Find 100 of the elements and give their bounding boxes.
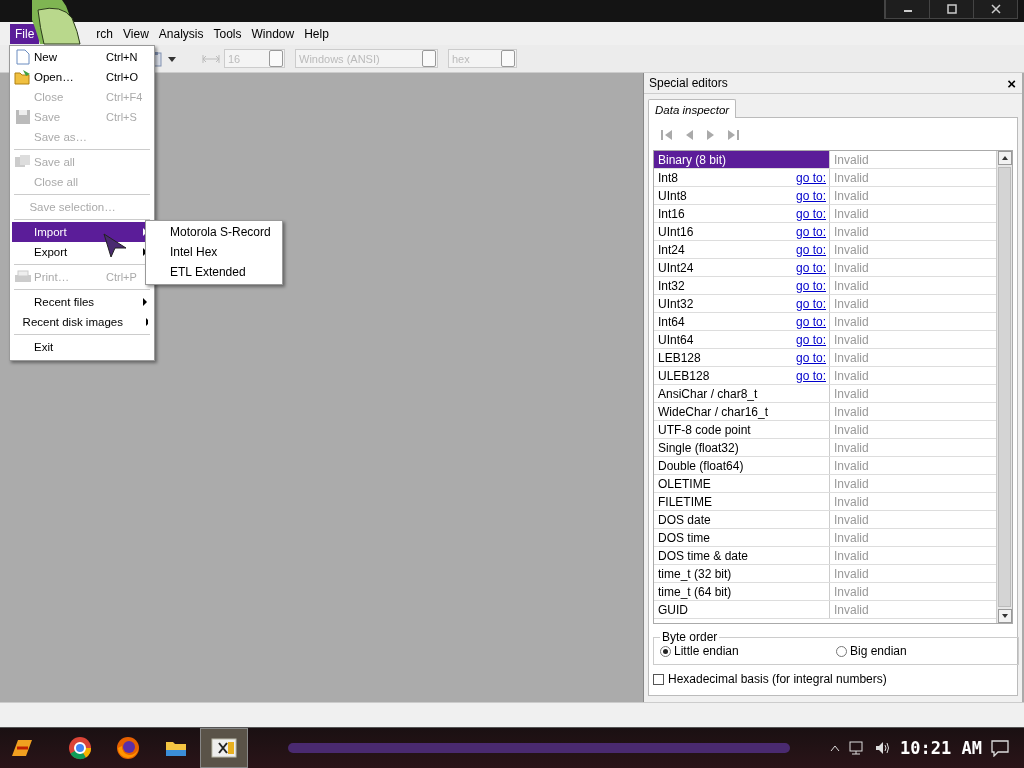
close-button[interactable]	[973, 0, 1017, 18]
panel-title: Special editors	[649, 76, 728, 90]
type-name: GUID	[658, 602, 688, 617]
type-name: UInt24	[658, 260, 694, 275]
type-cell[interactable]: LEB128 go to:	[654, 349, 830, 366]
sticker-drawing	[32, 0, 82, 46]
type-name: UInt16	[658, 224, 694, 239]
radio-button[interactable]	[660, 645, 671, 657]
scroll-thumb[interactable]	[998, 167, 1011, 607]
scroll-down-icon[interactable]	[997, 609, 1012, 623]
menu-item[interactable]: Analysis	[153, 23, 209, 44]
type-cell[interactable]: ULEB128 go to:	[654, 367, 830, 384]
menu-item[interactable]: Recent files	[12, 292, 152, 312]
radio-button[interactable]	[836, 645, 847, 657]
type-name: ULEB128	[658, 368, 710, 383]
type-cell[interactable]: Int8 go to:	[654, 169, 830, 186]
type-cell[interactable]: time_t (64 bit)	[654, 583, 830, 600]
value-cell-text: Invalid	[833, 205, 870, 222]
scroll-up-icon[interactable]	[997, 151, 1012, 165]
type-cell[interactable]: UInt64 go to:	[654, 331, 830, 348]
folder-icon	[14, 69, 32, 85]
value-cell-text: Invalid	[833, 349, 870, 366]
go-to-link[interactable]: go to:	[795, 278, 826, 293]
go-to-link[interactable]: go to:	[795, 170, 826, 185]
type-cell[interactable]: Int64 go to:	[654, 313, 830, 330]
value-cell-text: Invalid	[833, 187, 870, 204]
type-cell[interactable]: UInt16 go to:	[654, 223, 830, 240]
go-to-link[interactable]: go to:	[795, 206, 826, 221]
scrollbar[interactable]	[996, 151, 1012, 623]
type-cell[interactable]: AnsiChar / char8_t	[654, 385, 830, 402]
go-to-link[interactable]: go to:	[795, 368, 826, 383]
type-cell[interactable]: Binary (8 bit)	[654, 151, 830, 168]
maximize-button[interactable]	[929, 0, 973, 18]
type-cell[interactable]: time_t (32 bit)	[654, 565, 830, 582]
type-name: AnsiChar / char8_t	[658, 386, 758, 401]
menu-item[interactable]: Window	[246, 23, 300, 44]
value-cell-text: Invalid	[833, 277, 870, 294]
type-cell[interactable]: DOS time & date	[654, 547, 830, 564]
checkbox-option[interactable]: Hexadecimal basis (for integral numbers)	[653, 672, 1013, 686]
type-name: UInt32	[658, 296, 694, 311]
taskbar-button[interactable]	[200, 728, 248, 768]
browser-icon	[116, 736, 140, 760]
cursor-icon	[102, 232, 128, 258]
menu-item[interactable]: Tools	[208, 23, 247, 44]
close-button[interactable]: ×	[1005, 75, 1018, 91]
menu-item[interactable]: Exit	[12, 337, 152, 357]
type-name: Binary (8 bit)	[658, 152, 727, 167]
type-cell[interactable]: UInt24 go to:	[654, 259, 830, 276]
value-cell-text: Invalid	[833, 313, 870, 330]
minimize-button[interactable]	[885, 0, 929, 18]
menu-item[interactable]: Recent disk images	[12, 312, 152, 332]
type-cell[interactable]: WideChar / char16_t	[654, 403, 830, 420]
type-cell[interactable]: Int32 go to:	[654, 277, 830, 294]
type-name: DOS date	[658, 512, 711, 527]
type-name: Int24	[658, 242, 685, 257]
value-cell-text: Invalid	[833, 565, 870, 582]
menu-item[interactable]: Intel Hex	[146, 242, 282, 262]
type-cell[interactable]: FILETIME	[654, 493, 830, 510]
type-cell[interactable]: UInt8 go to:	[654, 187, 830, 204]
type-name: UTF-8 code point	[658, 422, 751, 437]
menu-item[interactable]: New Ctrl+N	[12, 47, 152, 67]
type-cell[interactable]: Double (float64)	[654, 457, 830, 474]
radio-option[interactable]: Little endian	[660, 644, 836, 658]
chevron-up-icon[interactable]	[830, 744, 841, 752]
go-to-link[interactable]: go to:	[795, 314, 826, 329]
clock[interactable]: 10:21 AM	[900, 738, 982, 758]
tab[interactable]: Data inspector	[648, 99, 737, 118]
menu-item[interactable]: Help	[299, 23, 334, 44]
go-to-link[interactable]: go to:	[795, 188, 826, 203]
menu-item[interactable]: rch	[91, 23, 118, 44]
type-cell[interactable]: UInt32 go to:	[654, 295, 830, 312]
type-name: OLETIME	[658, 476, 711, 491]
type-cell[interactable]: DOS date	[654, 511, 830, 528]
go-to-link[interactable]: go to:	[795, 224, 826, 239]
radio-option[interactable]: Big endian	[836, 644, 1012, 658]
document-icon	[16, 49, 30, 65]
value-cell-text: Invalid	[833, 241, 870, 258]
type-name: Int16	[658, 206, 685, 221]
type-cell[interactable]: DOS time	[654, 529, 830, 546]
type-cell[interactable]: Int16 go to:	[654, 205, 830, 222]
disks-icon	[14, 154, 32, 170]
go-to-link[interactable]: go to:	[795, 350, 826, 365]
menu-item[interactable]: View	[118, 23, 154, 44]
value-cell-text: Invalid	[833, 601, 870, 618]
go-to-link[interactable]: go to:	[795, 296, 826, 311]
type-cell[interactable]: UTF-8 code point	[654, 421, 830, 438]
notification-icon[interactable]	[990, 739, 1010, 757]
type-cell[interactable]: Single (float32)	[654, 439, 830, 456]
type-cell[interactable]: OLETIME	[654, 475, 830, 492]
go-to-link[interactable]: go to:	[795, 242, 826, 257]
checkbox[interactable]	[653, 673, 664, 685]
type-cell[interactable]: GUID	[654, 601, 830, 618]
menu-item[interactable]: Open… Ctrl+O	[12, 67, 152, 87]
caret-icon[interactable]	[168, 54, 176, 63]
go-to-link[interactable]: go to:	[795, 260, 826, 275]
type-name: Double (float64)	[658, 458, 744, 473]
go-to-link[interactable]: go to:	[795, 332, 826, 347]
value-cell-text: Invalid	[833, 223, 870, 240]
type-cell[interactable]: Int24 go to:	[654, 241, 830, 258]
menu-item[interactable]: File	[10, 23, 40, 44]
